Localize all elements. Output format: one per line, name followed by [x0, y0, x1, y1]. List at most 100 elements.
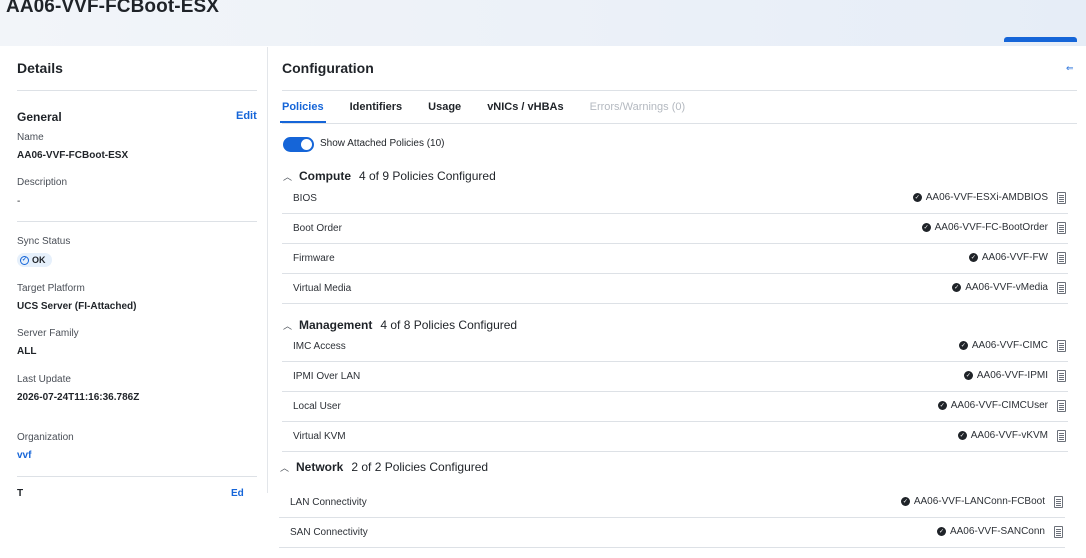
group-count: 2 of 2 Policies Configured [351, 460, 489, 474]
document-icon[interactable] [1057, 192, 1066, 204]
document-icon[interactable] [1057, 400, 1066, 412]
policy-name: AA06-VVF-CIMCUser [950, 400, 1048, 411]
document-icon[interactable] [1057, 370, 1066, 382]
organization-label: Organization [17, 432, 74, 443]
details-title: Details [17, 60, 63, 76]
last-update-value: 2026-07-24T11:16:36.786Z [17, 392, 140, 403]
policy-name: AA06-VVF-vKVM [970, 430, 1048, 441]
chevron-up-icon[interactable]: ︿ [283, 319, 293, 332]
tab-usage[interactable]: Usage [428, 101, 461, 123]
policy-name: AA06-VVF-CIMC [971, 340, 1048, 351]
policy-value[interactable]: ✓ AA06-VVF-FC-BootOrder [921, 222, 1048, 233]
tab-vnics-vhbas[interactable]: vNICs / vHBAs [487, 101, 563, 123]
policy-label: Boot Order [293, 223, 342, 234]
server-family-value: ALL [17, 346, 37, 357]
policy-label: Firmware [293, 253, 335, 264]
collapse-panel-icon[interactable]: ⇐ [1066, 64, 1076, 73]
policy-value[interactable]: ✓ AA06-VVF-LANConn-FCBoot [900, 496, 1045, 507]
policy-row: IPMI Over LAN ✓ AA06-VVF-IPMI [282, 362, 1068, 392]
description-label: Description [17, 177, 68, 188]
network-group-header[interactable]: ︿ Network 2 of 2 Policies Configured [280, 459, 488, 475]
edit-general-link[interactable]: Edit [236, 110, 257, 122]
divider [282, 90, 1077, 91]
divider [17, 221, 257, 222]
target-platform-label: Target Platform [17, 283, 85, 294]
policy-value[interactable]: ✓ AA06-VVF-vKVM [957, 430, 1048, 441]
check-circle-icon: ✓ [963, 371, 973, 380]
tabs-divider [282, 123, 1077, 124]
chevron-up-icon[interactable]: ︿ [283, 170, 293, 183]
policy-row: LAN Connectivity ✓ AA06-VVF-LANConn-FCBoo… [279, 488, 1065, 518]
check-circle-icon: ✓ [921, 223, 931, 232]
last-update-label: Last Update [17, 374, 71, 385]
description-value: - [17, 196, 21, 207]
document-icon[interactable] [1054, 526, 1063, 538]
server-family-label: Server Family [17, 328, 79, 339]
page-title: AA06-VVF-FCBoot-ESX [6, 0, 220, 17]
document-icon[interactable] [1057, 222, 1066, 234]
policy-value[interactable]: ✓ AA06-VVF-CIMC [958, 340, 1048, 351]
show-attached-policies-toggle[interactable] [283, 137, 314, 152]
policy-row: SAN Connectivity ✓ AA06-VVF-SANConn [279, 518, 1065, 548]
check-circle-icon: ✓ [958, 341, 968, 350]
policy-value[interactable]: ✓ AA06-VVF-vMedia [952, 282, 1048, 293]
document-icon[interactable] [1057, 282, 1066, 294]
policy-row: Virtual Media ✓ AA06-VVF-vMedia [282, 274, 1068, 304]
policy-value[interactable]: ✓ AA06-VVF-IPMI [963, 370, 1048, 381]
check-circle-icon: ✓ [936, 527, 946, 536]
policy-name: AA06-VVF-LANConn-FCBoot [913, 496, 1045, 507]
tab-errors-warnings[interactable]: Errors/Warnings (0) [590, 101, 686, 123]
policy-label: Virtual Media [293, 283, 352, 294]
policy-name: AA06-VVF-IPMI [976, 370, 1048, 381]
policy-row: Boot Order ✓ AA06-VVF-FC-BootOrder [282, 214, 1068, 244]
group-count: 4 of 8 Policies Configured [380, 318, 518, 332]
policy-value[interactable]: ✓ AA06-VVF-CIMCUser [937, 400, 1048, 411]
policy-row: BIOS ✓ AA06-VVF-ESXi-AMDBIOS [282, 184, 1068, 214]
divider [17, 90, 257, 91]
group-name: Compute [299, 169, 351, 183]
page-header: AA06-VVF-FCBoot-ESX [0, 0, 1086, 46]
header-action-button[interactable] [1004, 37, 1077, 42]
sync-status-label: Sync Status [17, 236, 71, 247]
tags-section-title: T [17, 488, 24, 499]
chevron-up-icon[interactable]: ︿ [280, 461, 290, 474]
management-group-header[interactable]: ︿ Management 4 of 8 Policies Configured [283, 317, 517, 333]
policy-label: Local User [293, 401, 341, 412]
divider [17, 476, 257, 477]
document-icon[interactable] [1054, 496, 1063, 508]
policy-value[interactable]: ✓ AA06-VVF-SANConn [936, 526, 1045, 537]
organization-link[interactable]: vvf [17, 450, 31, 461]
policy-row: Local User ✓ AA06-VVF-CIMCUser [282, 392, 1068, 422]
check-circle-icon: ✓ [912, 193, 922, 202]
policy-name: AA06-VVF-ESXi-AMDBIOS [925, 192, 1048, 203]
policy-label: BIOS [293, 193, 317, 204]
tab-identifiers[interactable]: Identifiers [350, 101, 403, 123]
policy-row: Virtual KVM ✓ AA06-VVF-vKVM [282, 422, 1068, 452]
tab-policies[interactable]: Policies [280, 101, 326, 123]
check-circle-icon: ✓ [957, 431, 967, 440]
document-icon[interactable] [1057, 430, 1066, 442]
configuration-panel: Configuration ⇐ Policies Identifiers Usa… [270, 47, 1086, 558]
group-name: Management [299, 318, 373, 332]
policy-row: Firmware ✓ AA06-VVF-FW [282, 244, 1068, 274]
policy-row: IMC Access ✓ AA06-VVF-CIMC [282, 332, 1068, 362]
policy-label: LAN Connectivity [290, 497, 367, 508]
group-name: Network [296, 460, 344, 474]
ok-check-icon: ✓ [20, 255, 29, 265]
sync-status-value: OK [32, 255, 46, 265]
policy-value[interactable]: ✓ AA06-VVF-ESXi-AMDBIOS [912, 192, 1048, 203]
name-label: Name [17, 132, 44, 143]
document-icon[interactable] [1057, 340, 1066, 352]
show-attached-policies-label: Show Attached Policies (10) [320, 138, 445, 149]
check-circle-icon: ✓ [900, 497, 910, 506]
edit-tags-link[interactable]: Ed [231, 488, 244, 499]
policy-name: AA06-VVF-FC-BootOrder [934, 222, 1048, 233]
policy-label: Virtual KVM [293, 431, 346, 442]
check-circle-icon: ✓ [952, 283, 962, 292]
toggle-knob [301, 139, 312, 150]
configuration-title: Configuration [282, 60, 374, 76]
compute-group-header[interactable]: ︿ Compute 4 of 9 Policies Configured [283, 168, 496, 184]
document-icon[interactable] [1057, 252, 1066, 264]
policy-name: AA06-VVF-SANConn [949, 526, 1045, 537]
policy-value[interactable]: ✓ AA06-VVF-FW [968, 252, 1048, 263]
